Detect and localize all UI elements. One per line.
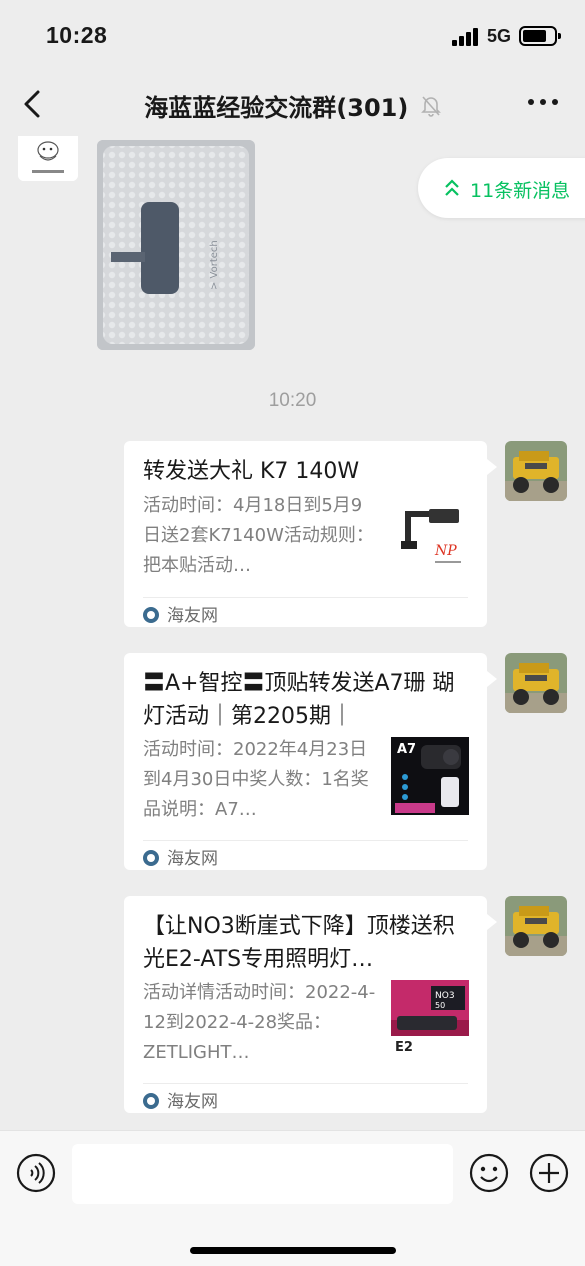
image-message[interactable]: > Vortech	[97, 140, 255, 350]
emoji-button[interactable]	[469, 1153, 509, 1193]
voice-icon	[16, 1153, 56, 1193]
status-time: 10:28	[46, 22, 108, 48]
card-divider	[143, 1083, 468, 1084]
plus-icon	[529, 1153, 569, 1193]
card-divider	[143, 597, 468, 598]
svg-text:50: 50	[435, 1001, 445, 1010]
my-avatar[interactable]	[505, 441, 567, 501]
card-thumbnail: NP	[391, 503, 469, 581]
source-logo-icon	[143, 1093, 159, 1109]
card-source-label: 海友网	[167, 606, 218, 626]
card-source: 海友网	[143, 844, 218, 869]
chat-message-list[interactable]: > Vortech 11条新消息 10:20 转发送大礼 K7 140W 活动时…	[0, 136, 585, 1130]
chat-title-wrap: 海蓝蓝经验交流群(301)	[0, 88, 585, 123]
svg-text:E2: E2	[395, 1040, 413, 1055]
svg-text:NO3: NO3	[435, 991, 455, 1001]
mute-bell-icon	[420, 95, 441, 123]
input-toolbar	[0, 1130, 585, 1266]
svg-text:> Vortech: > Vortech	[209, 240, 220, 290]
new-messages-button[interactable]: 11条新消息	[418, 158, 585, 218]
card-description: 活动详情活动时间：2022-4-12到2022-4-28奖品：ZETLIGHT…	[143, 982, 376, 1063]
card-description: 活动时间：2022年4月23日到4月30日中奖人数：1名奖品说明：A7…	[143, 739, 369, 820]
message-input[interactable]	[72, 1144, 453, 1204]
card-source-label: 海友网	[167, 849, 218, 869]
more-actions-button[interactable]	[529, 1153, 569, 1193]
network-type: 5G	[487, 26, 512, 46]
card-source-label: 海友网	[167, 1092, 218, 1112]
link-card[interactable]: 〓A+智控〓顶贴转发送A7珊 瑚灯活动｜第2205期｜ 活动时间：2022年4月…	[124, 653, 497, 870]
sender-avatar[interactable]	[18, 136, 78, 181]
signal-icon	[452, 28, 482, 46]
new-messages-label: 11条新消息	[470, 180, 571, 202]
card-title: 转发送大礼 K7 140W	[143, 459, 360, 484]
card-thumbnail: NO3 50 E2	[391, 980, 469, 1058]
card-divider	[143, 840, 468, 841]
svg-text:NP: NP	[434, 543, 457, 559]
battery-icon	[519, 26, 561, 46]
card-thumbnail: A7	[391, 737, 469, 815]
card-description: 活动时间：4月18日到5月9日送2套K7140W活动规则：把本贴活动…	[143, 495, 374, 576]
smiley-icon	[469, 1153, 509, 1193]
my-avatar[interactable]	[505, 896, 567, 956]
home-indicator[interactable]	[190, 1247, 396, 1254]
card-title: 〓A+智控〓顶贴转发送A7珊 瑚灯活动｜第2205期｜	[143, 671, 455, 729]
source-logo-icon	[143, 607, 159, 623]
card-title: 【让NO3断崖式下降】顶楼送积光E2-ATS专用照明灯…	[143, 914, 455, 972]
source-logo-icon	[143, 850, 159, 866]
double-chevron-up-icon	[445, 179, 459, 196]
card-source: 海友网	[143, 1087, 218, 1112]
link-card[interactable]: 【让NO3断崖式下降】顶楼送积光E2-ATS专用照明灯… 活动详情活动时间：20…	[124, 896, 497, 1113]
link-card[interactable]: 转发送大礼 K7 140W 活动时间：4月18日到5月9日送2套K7140W活动…	[124, 441, 497, 627]
voice-input-button[interactable]	[16, 1153, 56, 1193]
my-avatar[interactable]	[505, 653, 567, 713]
chat-title: 海蓝蓝经验交流群(301)	[144, 94, 409, 122]
card-source: 海友网	[143, 601, 218, 626]
chat-header: 海蓝蓝经验交流群(301)	[0, 72, 585, 136]
more-options-button[interactable]	[526, 90, 560, 114]
svg-text:A7: A7	[397, 742, 416, 757]
status-bar: 10:28 5G	[0, 0, 585, 72]
message-timestamp: 10:20	[268, 390, 317, 411]
more-dots-icon	[528, 99, 558, 105]
